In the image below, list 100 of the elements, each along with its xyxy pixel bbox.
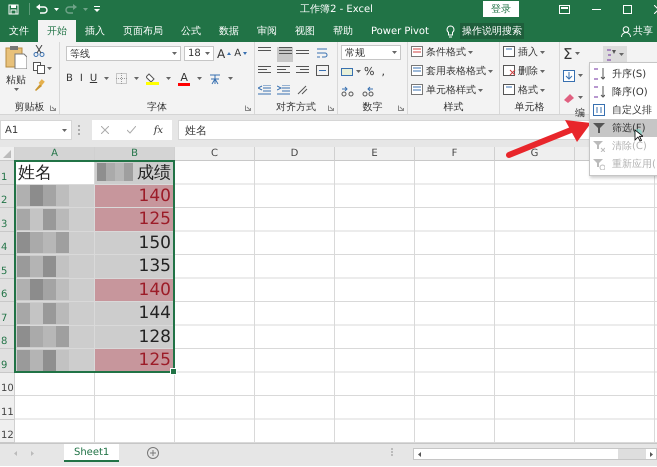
increase-indent-icon[interactable] xyxy=(277,85,290,95)
caret-icon[interactable] xyxy=(104,77,110,80)
font-name-field[interactable]: 等线 xyxy=(66,46,181,61)
fill-handle[interactable] xyxy=(170,368,177,374)
column-header[interactable]: E xyxy=(335,147,415,161)
italic-button[interactable]: I xyxy=(80,73,83,84)
caret-icon[interactable] xyxy=(14,88,18,91)
row-header[interactable]: 10 xyxy=(0,372,15,396)
comma-button[interactable]: , xyxy=(381,65,385,78)
dialog-launcher-icon[interactable] xyxy=(245,105,251,111)
wrap-text-icon[interactable] xyxy=(316,47,328,59)
number-format-field[interactable]: 常规 xyxy=(341,45,401,60)
menu-item[interactable]: 升序(S) xyxy=(590,65,657,83)
underline-button[interactable]: U xyxy=(90,73,98,84)
cells-menu-button[interactable]: 删除 xyxy=(503,64,545,78)
save-icon[interactable] xyxy=(8,4,19,14)
ribbon-tab[interactable]: Power Pivot xyxy=(362,20,438,42)
tell-me-search[interactable]: 操作说明搜索 xyxy=(460,23,524,39)
paste-button[interactable]: 粘贴 xyxy=(6,73,26,91)
scroll-left-icon[interactable] xyxy=(418,452,420,456)
row-header[interactable]: 11 xyxy=(0,396,15,420)
scissors-icon[interactable] xyxy=(33,45,45,57)
caret-icon[interactable] xyxy=(205,52,210,55)
caret-icon[interactable] xyxy=(166,77,172,80)
font-size-field[interactable]: 18 xyxy=(184,46,214,61)
ribbon-tab[interactable]: 开始 xyxy=(38,20,76,42)
styles-menu-button[interactable]: 套用表格格式 xyxy=(411,64,493,78)
row-header[interactable]: 9 xyxy=(0,349,15,372)
caret-icon[interactable] xyxy=(47,66,52,70)
align-middle-icon[interactable] xyxy=(278,47,292,57)
row-header[interactable]: 5 xyxy=(0,255,15,278)
autosum-button[interactable]: Σ xyxy=(563,44,572,62)
caret-icon[interactable] xyxy=(172,52,177,55)
caret-icon[interactable] xyxy=(540,70,545,72)
fill-down-icon[interactable] xyxy=(563,70,575,82)
sheet-tab[interactable]: Sheet1 xyxy=(64,444,120,462)
caret-icon[interactable] xyxy=(478,88,483,92)
decrease-decimal-icon[interactable] xyxy=(360,86,374,97)
column-header[interactable]: A xyxy=(15,147,95,161)
fill-color-icon[interactable] xyxy=(146,72,160,85)
cells-menu-button[interactable]: 格式 xyxy=(503,83,545,97)
column-header[interactable]: C xyxy=(175,147,255,161)
clipboard-icon[interactable] xyxy=(5,45,27,69)
caret-icon[interactable] xyxy=(228,77,234,80)
insert-function-button[interactable]: fx xyxy=(154,124,164,136)
menu-item[interactable]: 降序(O) xyxy=(590,83,657,101)
add-sheet-icon[interactable] xyxy=(147,447,160,459)
caret-icon[interactable] xyxy=(540,88,545,92)
caret-icon[interactable] xyxy=(578,74,583,77)
align-center-icon[interactable] xyxy=(277,66,290,76)
font-color-button[interactable]: A xyxy=(178,72,190,86)
cells-menu-button[interactable]: 插入 xyxy=(503,45,545,59)
eraser-icon[interactable] xyxy=(563,92,575,102)
caret-icon[interactable] xyxy=(243,52,248,55)
shrink-font-button[interactable]: A xyxy=(234,48,248,59)
increase-decimal-icon[interactable] xyxy=(341,86,355,97)
phonetic-guide-icon[interactable] xyxy=(209,72,222,84)
ribbon-tab[interactable]: 数据 xyxy=(210,20,248,42)
styles-menu-button[interactable]: 单元格样式 xyxy=(411,83,493,97)
merge-cells-icon[interactable] xyxy=(316,65,329,76)
caret-up-icon[interactable] xyxy=(227,52,232,55)
caret-icon[interactable] xyxy=(468,50,473,54)
caret-icon[interactable] xyxy=(619,53,624,56)
row-header[interactable]: 7 xyxy=(0,302,15,326)
bold-button[interactable]: B xyxy=(66,73,73,84)
caret-icon[interactable] xyxy=(54,8,59,10)
ribbon-tab[interactable]: 文件 xyxy=(0,20,38,42)
styles-menu-button[interactable]: 条件格式 xyxy=(411,45,493,59)
scrollbar-thumb[interactable] xyxy=(618,449,646,459)
maximize-icon[interactable] xyxy=(622,4,632,14)
ribbon-tab[interactable]: 视图 xyxy=(286,20,324,42)
scroll-right-icon[interactable] xyxy=(650,452,652,456)
grow-font-button[interactable]: A xyxy=(217,46,232,60)
customize-toolbar-icon[interactable] xyxy=(94,6,100,12)
align-bottom-icon[interactable] xyxy=(296,47,309,57)
lightbulb-icon[interactable] xyxy=(446,24,455,38)
borders-icon[interactable] xyxy=(116,73,128,84)
align-left-icon[interactable] xyxy=(258,66,271,76)
copy-icon[interactable] xyxy=(33,62,45,74)
orientation-icon[interactable] xyxy=(296,85,309,95)
ribbon-tab[interactable]: 公式 xyxy=(172,20,210,42)
caret-icon[interactable] xyxy=(540,50,545,54)
column-header[interactable]: D xyxy=(255,147,335,161)
dialog-launcher-icon[interactable] xyxy=(50,105,56,111)
person-icon[interactable] xyxy=(621,26,631,36)
sign-in-button[interactable]: 登录 xyxy=(482,1,519,17)
caret-icon[interactable] xyxy=(575,52,580,55)
row-header[interactable]: 12 xyxy=(0,420,15,443)
menu-item[interactable]: 筛选(F) xyxy=(590,119,657,137)
caret-icon[interactable] xyxy=(197,77,202,80)
ribbon-tab[interactable]: 审阅 xyxy=(248,20,286,42)
ribbon-display-icon[interactable] xyxy=(558,4,570,14)
caret-icon[interactable] xyxy=(62,128,67,132)
ribbon-tab[interactable]: 帮助 xyxy=(324,20,362,42)
align-right-icon[interactable] xyxy=(296,66,309,76)
caret-icon[interactable] xyxy=(392,51,397,54)
horizontal-scrollbar[interactable] xyxy=(413,448,657,460)
caret-icon[interactable] xyxy=(578,96,583,99)
caret-icon[interactable] xyxy=(488,70,493,72)
share-button[interactable]: 共享 xyxy=(633,24,653,38)
